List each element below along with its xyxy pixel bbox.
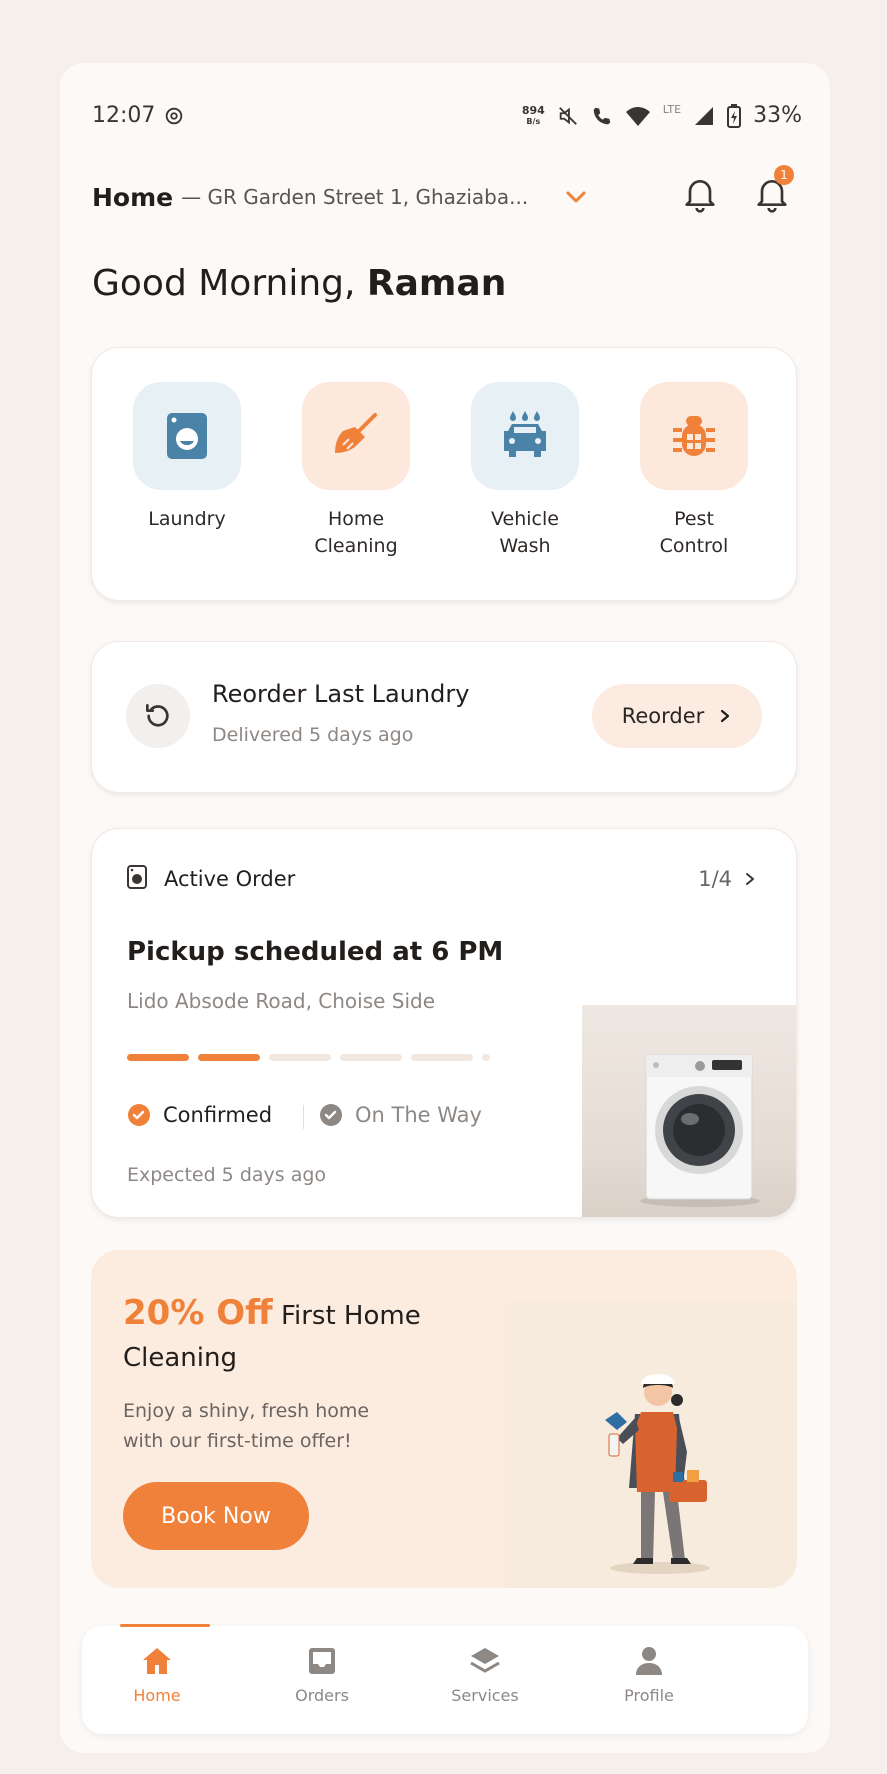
bug-icon: [673, 416, 715, 456]
book-now-button[interactable]: Book Now: [123, 1482, 309, 1550]
promo-card: 20% Off First Home Cleaning Enjoy a shin…: [91, 1250, 797, 1588]
location-label: Home: [92, 182, 174, 212]
broom-icon: [335, 413, 377, 453]
mute-icon: [558, 106, 577, 125]
service-home-cleaning[interactable]: Home Cleaning: [281, 382, 431, 560]
reorder-card: Reorder Last Laundry Delivered 5 days ag…: [91, 641, 797, 793]
order-pager[interactable]: 1/4: [698, 867, 756, 891]
app-screen: 12:07 894 B/s LTE 33% Home — GR Garden S…: [60, 63, 830, 1753]
washing-machine-small-icon: [127, 865, 147, 889]
promo-illustration: [505, 1302, 797, 1588]
notification-badge: 1: [774, 165, 794, 185]
status-icons: 894 B/s LTE 33%: [521, 103, 802, 128]
active-order-label: Active Order: [164, 867, 296, 891]
progress-segment: [340, 1054, 402, 1061]
progress-segment: [411, 1054, 473, 1061]
status-bar: 12:07 894 B/s LTE 33%: [92, 93, 802, 143]
active-order-card[interactable]: Active Order 1/4 Pickup scheduled at 6 P…: [91, 828, 797, 1218]
car-wash-icon: [504, 411, 546, 457]
progress-segment: [482, 1054, 490, 1061]
status-time: 12:07: [92, 103, 185, 128]
status-on-the-way: On The Way: [319, 1103, 482, 1127]
service-label: Home Cleaning: [314, 508, 398, 557]
signal-icon: [695, 106, 714, 125]
service-icon-box: [640, 382, 748, 490]
reorder-title: Reorder Last Laundry: [212, 680, 470, 708]
bottom-nav: Home Orders Services Profile: [82, 1624, 808, 1734]
bell-icon: [685, 180, 715, 213]
progress-segment: [269, 1054, 331, 1061]
nav-profile[interactable]: Profile: [589, 1646, 709, 1705]
services-card: Laundry Home Cleaning Vehicle Wash Pest …: [91, 347, 797, 601]
status-divider: [303, 1105, 304, 1129]
service-icon-box: [133, 382, 241, 490]
reorder-button[interactable]: Reorder: [592, 684, 762, 748]
washing-machine-image: [582, 1005, 796, 1217]
chevron-right-icon: [746, 873, 754, 885]
call-icon: [593, 107, 611, 124]
history-icon: [146, 704, 169, 727]
check-circle-icon: [128, 1104, 150, 1126]
chevron-right-icon: [721, 709, 730, 723]
order-expected: Expected 5 days ago: [127, 1164, 327, 1186]
nav-home[interactable]: Home: [97, 1646, 217, 1705]
service-pest-control[interactable]: Pest Control: [619, 382, 769, 560]
inbox-icon: [309, 1648, 335, 1674]
user-name: Raman: [366, 263, 507, 304]
reorder-subtitle: Delivered 5 days ago: [212, 724, 414, 746]
home-icon: [143, 1648, 171, 1674]
promo-title: 20% Off First Home Cleaning: [123, 1293, 421, 1373]
service-label: Laundry: [148, 508, 226, 530]
location-selector[interactable]: Home — GR Garden Street 1, Ghaziaba...: [92, 177, 592, 217]
service-label: Pest Control: [659, 508, 729, 557]
service-vehicle-wash[interactable]: Vehicle Wash: [450, 382, 600, 560]
alerts-button[interactable]: 1: [752, 165, 796, 217]
progress-segment: [198, 1054, 260, 1061]
user-icon: [636, 1647, 662, 1675]
nav-orders[interactable]: Orders: [262, 1646, 382, 1705]
service-label: Vehicle Wash: [491, 508, 559, 557]
status-confirmed: Confirmed: [127, 1103, 272, 1127]
notification-button[interactable]: [680, 173, 724, 217]
progress-segment: [127, 1054, 189, 1061]
reorder-icon-circle: [126, 684, 190, 748]
nav-services[interactable]: Services: [425, 1646, 545, 1705]
chatgpt-icon: [166, 107, 183, 124]
washing-machine-icon: [167, 413, 207, 459]
active-tab-indicator: [120, 1624, 210, 1627]
layers-icon: [470, 1648, 500, 1673]
order-title: Pickup scheduled at 6 PM: [127, 937, 504, 967]
service-icon-box: [302, 382, 410, 490]
promo-discount: 20% Off: [123, 1293, 273, 1333]
service-laundry[interactable]: Laundry: [112, 382, 262, 533]
service-icon-box: [471, 382, 579, 490]
check-circle-icon: [320, 1104, 342, 1126]
promo-description: Enjoy a shiny, fresh home with our first…: [123, 1400, 370, 1452]
greeting: Good Morning, Raman: [92, 263, 507, 304]
wifi-icon: [625, 106, 650, 126]
battery-icon: [727, 103, 742, 128]
net-speed: 894 B/s: [521, 103, 545, 126]
location-address: — GR Garden Street 1, Ghaziaba...: [181, 185, 529, 209]
order-address: Lido Absode Road, Choise Side: [127, 989, 436, 1013]
chevron-down-icon[interactable]: [564, 185, 588, 209]
